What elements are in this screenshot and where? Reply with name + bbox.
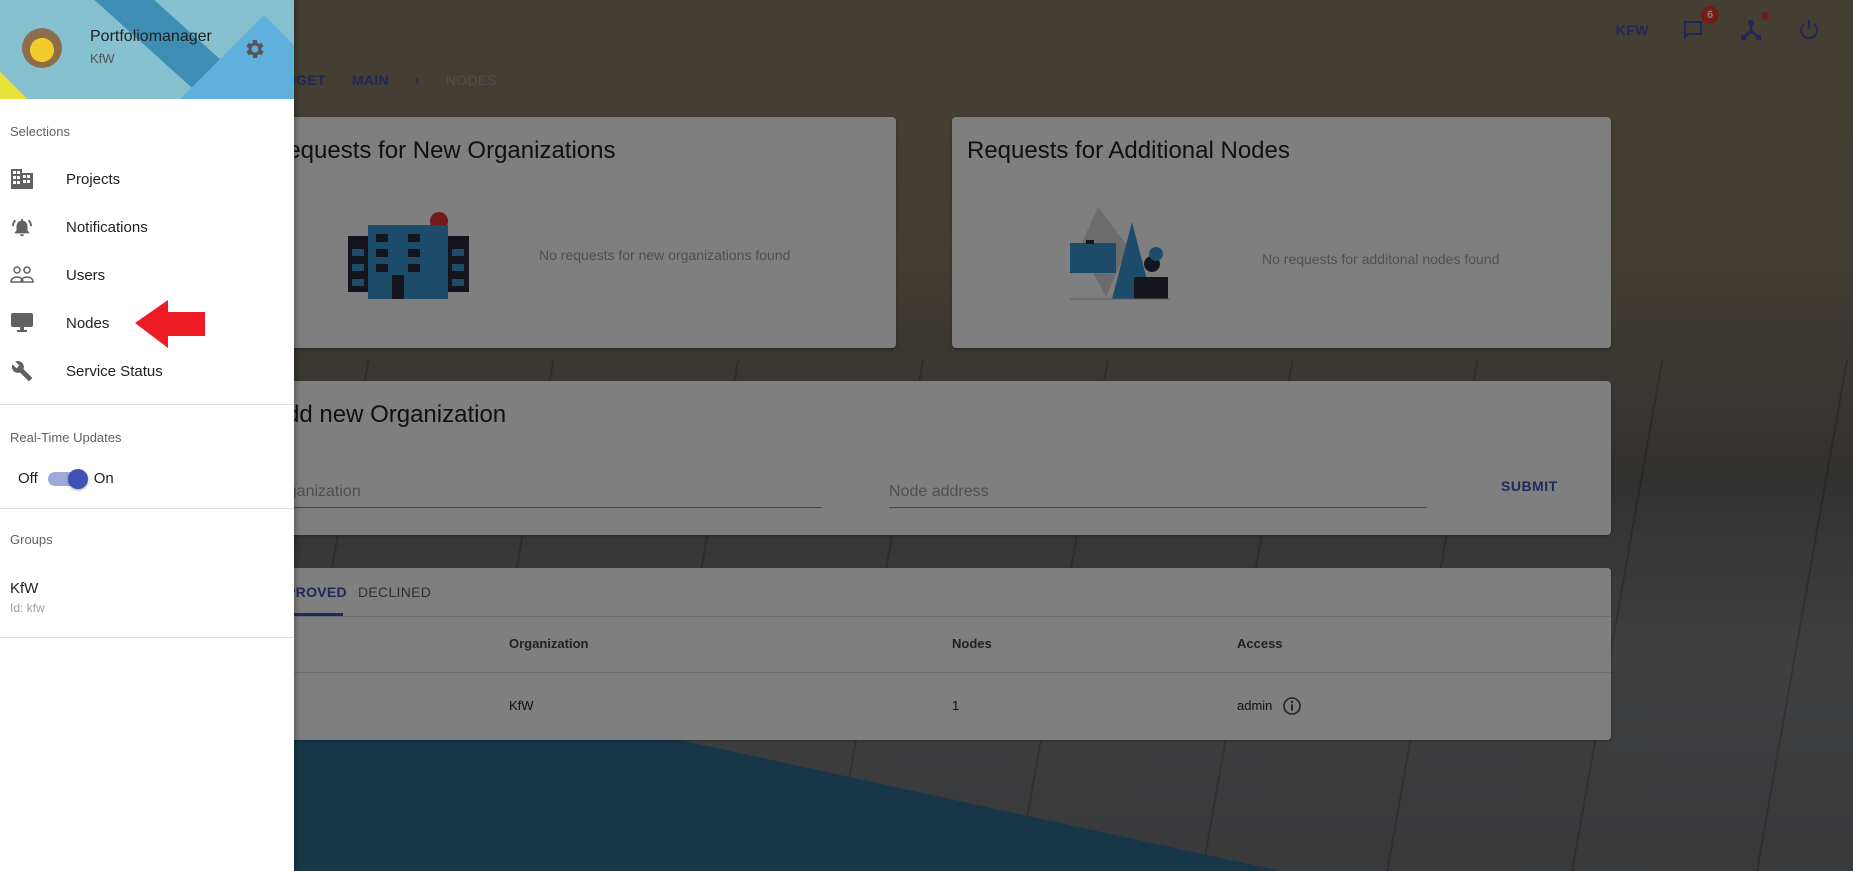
selections-label: Selections: [10, 124, 70, 139]
toggle-on-label: On: [93, 470, 114, 487]
sidebar-item-label: Users: [66, 266, 106, 284]
sidebar-item-label: Projects: [66, 170, 121, 188]
users-icon: [10, 263, 34, 287]
realtime-toggle-group: Off On: [18, 468, 114, 489]
toggle-knob[interactable]: [67, 468, 88, 489]
sidebar-item-label: Service Status: [66, 362, 163, 380]
group-name: KfW: [10, 580, 39, 597]
sidebar-item-notifications[interactable]: Notifications: [0, 203, 294, 251]
header-decoration: [0, 71, 29, 99]
user-name: Portfoliomanager: [90, 28, 212, 45]
sidebar-divider: [0, 404, 294, 405]
sidebar-item-label: Notifications: [66, 218, 148, 236]
monitor-icon: [10, 311, 34, 335]
sidebar-drawer: Portfoliomanager KfW Selections Projects…: [0, 0, 294, 871]
group-id: Id: kfw: [10, 601, 45, 615]
building-icon: [10, 167, 34, 191]
groups-label: Groups: [10, 532, 53, 547]
sidebar-header: Portfoliomanager KfW: [0, 0, 294, 99]
sidebar-item-service-status[interactable]: Service Status: [0, 347, 294, 395]
sidebar-item-users[interactable]: Users: [0, 251, 294, 299]
bell-icon: [10, 215, 34, 239]
realtime-updates-label: Real-Time Updates: [10, 430, 122, 445]
annotation-arrow-icon: [135, 300, 205, 348]
avatar: [22, 28, 62, 68]
wrench-icon: [10, 359, 34, 383]
sidebar-divider: [0, 508, 294, 509]
sidebar-item-label: Nodes: [66, 314, 110, 332]
group-item[interactable]: KfW Id: kfw: [10, 580, 45, 615]
realtime-updates-toggle[interactable]: [47, 468, 88, 489]
gear-icon[interactable]: [242, 37, 266, 61]
sidebar-item-projects[interactable]: Projects: [0, 155, 294, 203]
user-organization: KfW: [90, 51, 115, 66]
sidebar-divider: [0, 637, 294, 638]
toggle-off-label: Off: [18, 470, 38, 487]
